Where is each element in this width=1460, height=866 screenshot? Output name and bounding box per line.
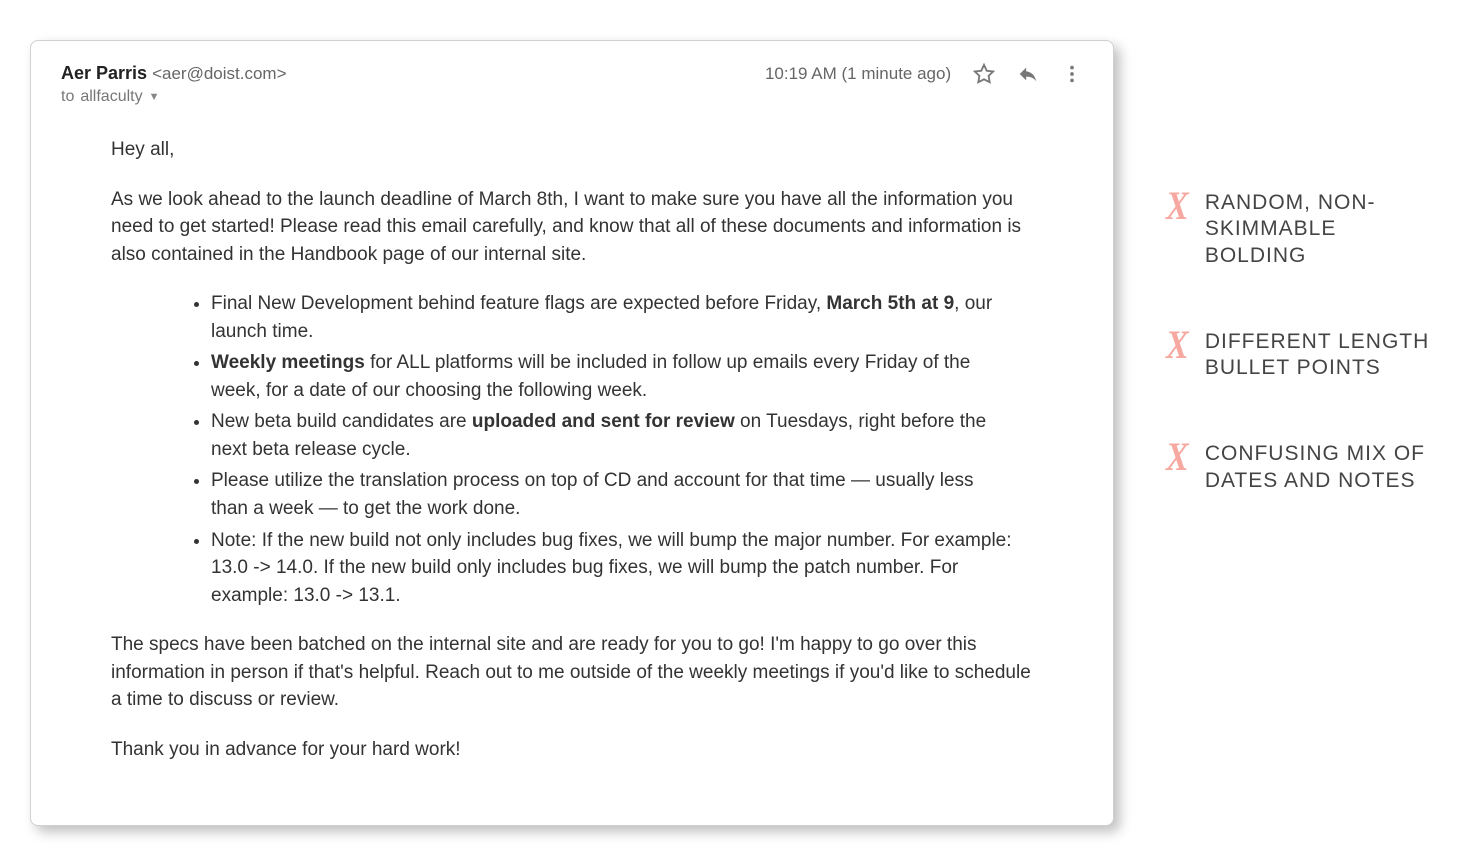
from-line: Aer Parris <aer@doist.com>: [61, 63, 287, 84]
annotation-text: Different length bullet points: [1205, 329, 1430, 382]
sender-name: Aer Parris: [61, 63, 147, 83]
timestamp: 10:19 AM (1 minute ago): [765, 64, 951, 84]
outro-paragraph: The specs have been batched on the inter…: [111, 631, 1033, 714]
to-recipient: allfaculty: [80, 88, 142, 106]
header-actions: 10:19 AM (1 minute ago): [765, 63, 1083, 85]
list-item: New beta build candidates are uploaded a…: [211, 408, 1033, 463]
sender-email: <aer@doist.com>: [152, 64, 286, 83]
star-icon[interactable]: [973, 63, 995, 85]
annotation-item: X Confusing mix of dates and notes: [1164, 441, 1430, 494]
reply-icon[interactable]: [1017, 63, 1039, 85]
intro-paragraph: As we look ahead to the launch deadline …: [111, 186, 1033, 269]
from-block: Aer Parris <aer@doist.com> to allfaculty…: [61, 63, 287, 106]
list-item: Final New Development behind feature fla…: [211, 290, 1033, 345]
list-item: Note: If the new build not only includes…: [211, 527, 1033, 610]
bullet-list: Final New Development behind feature fla…: [111, 290, 1033, 609]
signoff: Thank you in advance for your hard work!: [111, 736, 1033, 764]
chevron-down-icon: ▼: [149, 91, 160, 103]
annotation-item: X Random, non-skimmable bolding: [1164, 190, 1430, 269]
more-icon[interactable]: [1061, 63, 1083, 85]
list-item: Weekly meetings for ALL platforms will b…: [211, 349, 1033, 404]
email-header: Aer Parris <aer@doist.com> to allfaculty…: [61, 63, 1083, 106]
email-card: Aer Parris <aer@doist.com> to allfaculty…: [30, 40, 1114, 826]
page-container: Aer Parris <aer@doist.com> to allfaculty…: [0, 0, 1460, 866]
annotations-column: X Random, non-skimmable bolding X Differ…: [1164, 40, 1430, 494]
x-mark-icon: X: [1166, 329, 1189, 361]
recipient-line[interactable]: to allfaculty ▼: [61, 88, 287, 106]
greeting: Hey all,: [111, 136, 1033, 164]
x-mark-icon: X: [1166, 190, 1189, 222]
annotation-item: X Different length bullet points: [1164, 329, 1430, 382]
annotation-text: Random, non-skimmable bolding: [1205, 190, 1430, 269]
x-mark-icon: X: [1166, 441, 1189, 473]
to-prefix: to: [61, 88, 74, 106]
list-item: Please utilize the translation process o…: [211, 467, 1033, 522]
email-body: Hey all, As we look ahead to the launch …: [61, 106, 1083, 795]
annotation-text: Confusing mix of dates and notes: [1205, 441, 1430, 494]
